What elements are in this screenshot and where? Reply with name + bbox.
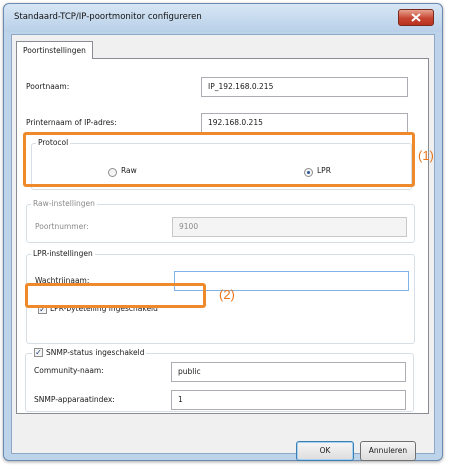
printer-address-field[interactable]: 192.168.0.215	[201, 113, 408, 133]
window-title: Standaard-TCP/IP-poortmonitor configurer…	[14, 12, 202, 22]
snmp-group-frame: ✓ SNMP-status ingeschakeld Community-naa…	[25, 348, 414, 412]
raw-radio[interactable]	[108, 168, 117, 177]
protocol-group: Protocol Raw LPR	[31, 138, 412, 190]
lpr-byte-count-checkbox[interactable]: ✓	[38, 305, 47, 314]
callout-2: (2)	[219, 287, 235, 302]
port-number-label: Poortnummer:	[35, 222, 89, 231]
snmp-enabled-label[interactable]: SNMP-status ingeschakeld	[46, 348, 144, 357]
lpr-settings-legend: LPR-instellingen	[31, 249, 95, 258]
port-name-label: Poortnaam:	[26, 82, 70, 91]
community-name-field[interactable]: public	[171, 362, 406, 382]
ok-button[interactable]: OK	[296, 441, 354, 461]
snmp-device-index-field[interactable]: 1	[171, 390, 406, 410]
tab-poortinstellingen[interactable]: Poortinstellingen	[16, 41, 93, 59]
lpr-radio-label[interactable]: LPR	[317, 166, 331, 175]
queue-name-field[interactable]	[174, 271, 409, 291]
printer-name-label: Printernaam of IP-adres:	[26, 118, 117, 127]
callout-1: (1)	[418, 148, 434, 163]
close-button[interactable]	[398, 9, 434, 26]
protocol-legend: Protocol	[36, 138, 71, 147]
queue-name-label: Wachtrijnaam:	[35, 276, 90, 285]
community-name-label: Community-naam:	[34, 366, 104, 375]
raw-settings-legend: Raw-instellingen	[31, 199, 97, 208]
dialog-client-area: Poortinstellingen Poortnaam: IP_192.168.…	[11, 34, 435, 461]
cancel-button[interactable]: Annuleren	[360, 441, 416, 461]
snmp-legend: ✓ SNMP-status ingeschakeld	[32, 348, 147, 357]
dialog-window: Standaard-TCP/IP-poortmonitor configurer…	[3, 3, 443, 461]
raw-radio-label[interactable]: Raw	[121, 166, 137, 175]
port-number-field[interactable]: 9100	[172, 217, 407, 237]
raw-settings-group: Raw-instellingen Poortnummer: 9100	[26, 199, 415, 243]
snmp-device-index-label: SNMP-apparaatindex:	[34, 395, 115, 404]
snmp-enabled-checkbox[interactable]: ✓	[34, 348, 43, 357]
close-x-icon	[411, 13, 421, 22]
title-bar[interactable]: Standaard-TCP/IP-poortmonitor configurer…	[4, 4, 442, 32]
snmp-section: ✓ SNMP-status ingeschakeld Community-naa…	[25, 348, 422, 413]
lpr-radio[interactable]	[304, 168, 313, 177]
port-name-field[interactable]: IP_192.168.0.215	[201, 77, 408, 97]
lpr-byte-count-label[interactable]: LPR-bytetelling ingeschakeld	[50, 304, 158, 313]
